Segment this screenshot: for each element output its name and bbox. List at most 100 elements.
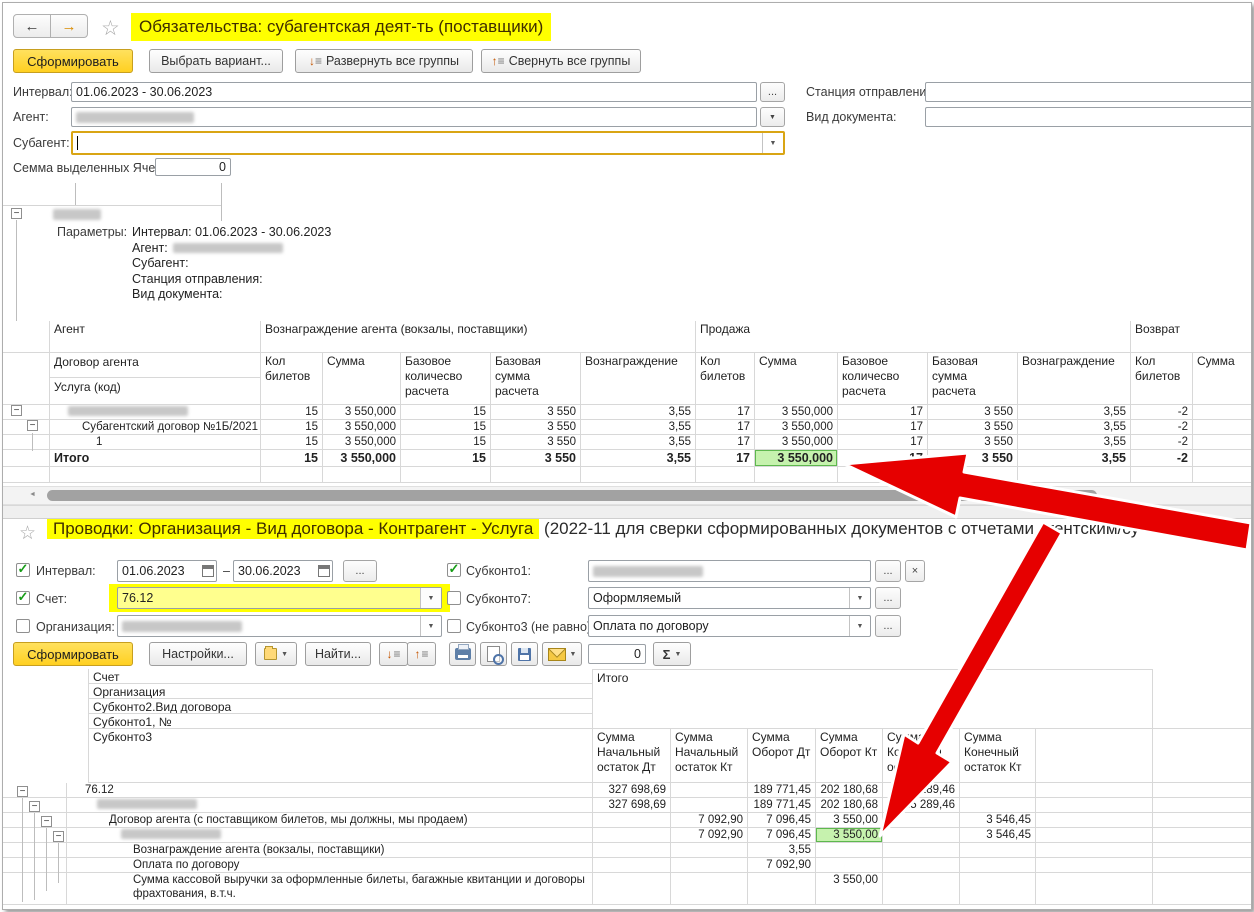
organization-input[interactable]: ▼ (117, 615, 442, 637)
choose-variant-button[interactable]: Выбрать вариант... (149, 49, 283, 73)
column-header[interactable]: Кол билетов (1131, 353, 1193, 405)
row-label[interactable]: Договор агента (с поставщиком билетов, м… (67, 813, 593, 828)
value-cell[interactable] (593, 828, 671, 843)
value-cell[interactable]: 3 550,000 (323, 420, 401, 435)
value-cell[interactable] (816, 843, 883, 858)
value-cell[interactable] (883, 858, 960, 873)
print-preview-button[interactable] (480, 642, 507, 666)
interval-from-input[interactable]: 01.06.2023 (117, 560, 217, 582)
value-cell[interactable]: -2 (1131, 450, 1193, 467)
value-cell[interactable]: 3 550,00 (816, 873, 883, 905)
value-cell[interactable]: 3,55 (1018, 405, 1131, 420)
subconto3-more-button[interactable]: ... (875, 615, 901, 637)
scroll-left-icon[interactable]: ◄ (29, 491, 36, 498)
scrollbar-thumb[interactable] (47, 490, 1097, 501)
value-cell[interactable] (960, 873, 1036, 905)
value-cell[interactable]: 15 (261, 450, 323, 467)
row-label[interactable]: Субагентский договор №1Б/2021 (50, 420, 261, 435)
value-cell[interactable] (593, 858, 671, 873)
column-group-header[interactable]: Вознаграждение агента (вокзалы, поставщи… (261, 321, 696, 353)
value-cell[interactable]: 3 550 (491, 450, 581, 467)
value-cell[interactable] (1193, 420, 1252, 435)
account-checkbox[interactable]: ✓ (16, 591, 30, 605)
chevron-down-icon[interactable]: ▼ (420, 588, 441, 608)
expand-all-groups-button[interactable]: ↓≡ Развернуть все группы (295, 49, 473, 73)
interval-more-button[interactable]: ... (343, 560, 377, 582)
selected-cells-sum-field[interactable]: 0 (155, 158, 231, 176)
copy-variant-button[interactable]: ▼ (255, 642, 297, 666)
value-cell[interactable] (671, 843, 748, 858)
chevron-down-icon[interactable]: ▼ (762, 133, 783, 153)
column-header[interactable]: Сумма (1193, 353, 1252, 405)
back-button[interactable]: ← (13, 14, 51, 38)
interval-more-button[interactable]: ... (760, 82, 785, 102)
subagent-input[interactable]: ▼ (71, 131, 785, 155)
value-cell[interactable]: 189 771,45 (748, 798, 816, 813)
row-label[interactable]: Сумма кассовой выручки за оформленные би… (67, 873, 593, 905)
chevron-down-icon[interactable]: ▼ (420, 616, 441, 636)
value-cell[interactable]: 3,55 (1018, 420, 1131, 435)
forward-button[interactable]: → (50, 14, 88, 38)
column-header[interactable]: Базовое количесво расчета (401, 353, 491, 405)
value-cell[interactable]: 15 (261, 435, 323, 450)
subconto7-more-button[interactable]: ... (875, 587, 901, 609)
value-cell[interactable]: 3,55 (581, 420, 696, 435)
value-cell[interactable]: 3 550 (491, 405, 581, 420)
value-cell[interactable] (748, 873, 816, 905)
column-header[interactable]: Кол билетов (696, 353, 755, 405)
calendar-icon[interactable] (202, 565, 214, 577)
value-cell[interactable]: 17 (838, 450, 928, 467)
expander-icon[interactable]: − (11, 405, 22, 416)
row-header[interactable]: Субконто2.Вид договора (88, 699, 593, 714)
value-cell[interactable]: -2 (1131, 420, 1193, 435)
sum-sigma-button[interactable]: Σ▼ (653, 642, 691, 666)
value-cell[interactable] (960, 783, 1036, 798)
expander-icon[interactable]: − (29, 801, 40, 812)
generate-button[interactable]: Сформировать (13, 49, 133, 73)
expander-icon[interactable]: − (17, 786, 28, 797)
expander-icon[interactable]: − (27, 420, 38, 431)
value-cell[interactable] (960, 843, 1036, 858)
value-cell[interactable]: 7 092,90 (671, 828, 748, 843)
value-cell[interactable]: 7 096,45 (748, 813, 816, 828)
value-cell[interactable] (671, 798, 748, 813)
value-cell[interactable]: 3 546,45 (960, 828, 1036, 843)
value-cell[interactable]: 327 698,69 (593, 783, 671, 798)
subconto1-more-button[interactable]: ... (875, 560, 901, 582)
column-header[interactable]: Сумма Оборот Кт (816, 729, 883, 783)
value-cell[interactable]: 3 550 (491, 420, 581, 435)
value-cell[interactable]: 3,55 (581, 405, 696, 420)
value-cell[interactable]: 202 180,68 (816, 798, 883, 813)
column-header[interactable]: Сумма Оборот Дт (748, 729, 816, 783)
column-group-header[interactable]: Продажа (696, 321, 1131, 353)
value-cell[interactable] (671, 783, 748, 798)
value-cell[interactable]: 17 (696, 405, 755, 420)
subconto7-checkbox[interactable] (447, 591, 461, 605)
value-cell[interactable]: 202 180,68 (816, 783, 883, 798)
collapse-groups-button[interactable]: ↑≡ (407, 642, 436, 666)
value-cell[interactable]: 315 289,46 (883, 798, 960, 813)
account-input[interactable]: 76.12 ▼ (117, 587, 442, 609)
row-label[interactable] (67, 798, 593, 813)
row-header[interactable]: Счет (88, 669, 593, 684)
value-cell[interactable]: 189 771,45 (748, 783, 816, 798)
column-group-header[interactable]: Возврат (1131, 321, 1252, 353)
row-label[interactable]: Вознаграждение агента (вокзалы, поставщи… (67, 843, 593, 858)
value-cell[interactable]: 3,55 (581, 450, 696, 467)
send-mail-button[interactable]: ▼ (542, 642, 582, 666)
row-label[interactable]: 1 (50, 435, 261, 450)
value-cell[interactable]: 3 550,000 (323, 405, 401, 420)
column-header[interactable]: Вознаграждение (581, 353, 696, 405)
value-cell[interactable] (883, 843, 960, 858)
row-header[interactable]: Агент (50, 321, 261, 353)
sum-counter-field[interactable]: 0 (588, 644, 646, 664)
settings-button[interactable]: Настройки... (149, 642, 247, 666)
value-cell[interactable] (816, 858, 883, 873)
calendar-icon[interactable] (318, 565, 330, 577)
subconto1-input[interactable] (588, 560, 871, 582)
subconto3-input[interactable]: Оплата по договору ▼ (588, 615, 871, 637)
value-cell[interactable] (960, 858, 1036, 873)
column-header[interactable]: Сумма (755, 353, 838, 405)
agent-dropdown-button[interactable]: ▼ (760, 107, 785, 127)
value-cell[interactable] (593, 873, 671, 905)
